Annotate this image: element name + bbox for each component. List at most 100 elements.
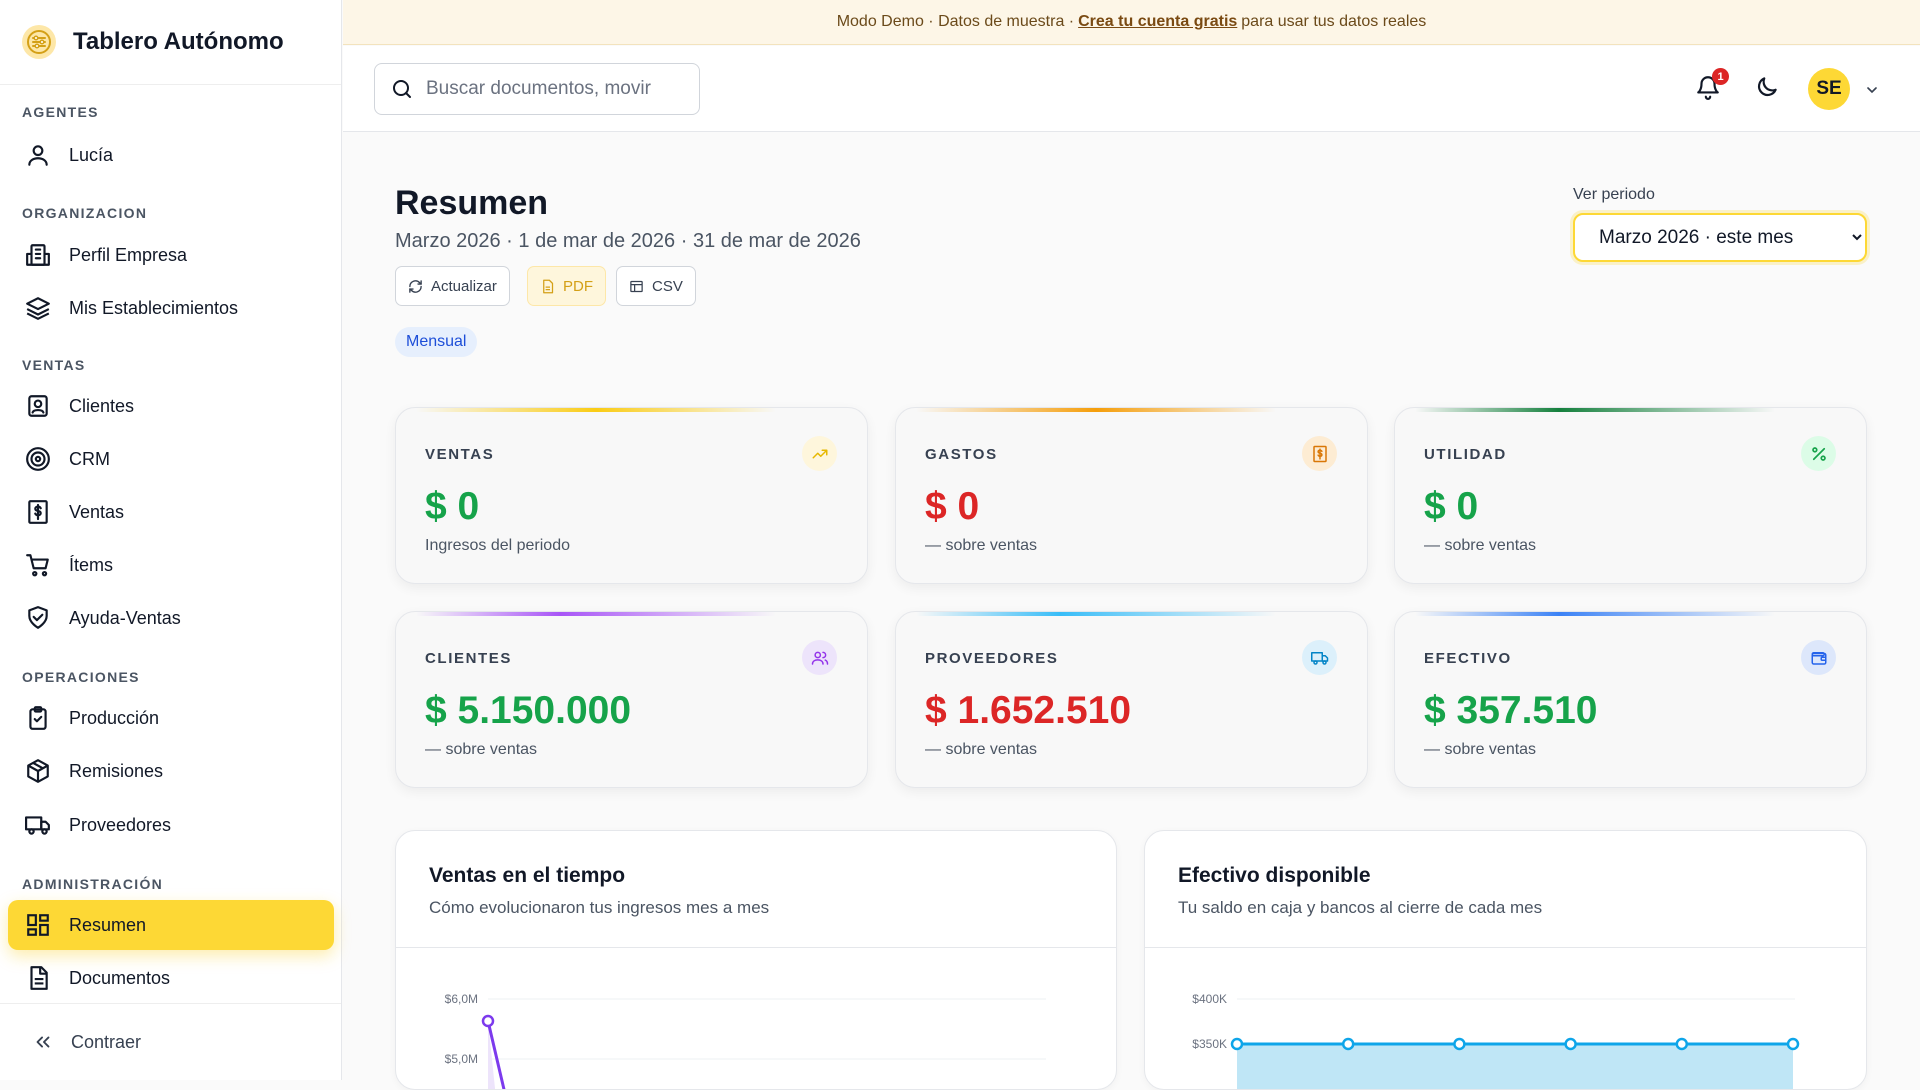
avatar[interactable]: SE	[1808, 68, 1850, 110]
y-tick-label: $400K	[1192, 992, 1227, 1006]
receipt-dollar-icon	[28, 500, 48, 524]
section-label-agentes: AGENTES	[22, 104, 99, 120]
card-header: Ventas en el tiempo Cómo evolucionaron t…	[396, 831, 1116, 948]
create-account-link[interactable]: Crea tu cuenta gratis	[1078, 13, 1237, 31]
kpi-sub: — sobre ventas	[1424, 537, 1537, 554]
kpi-card-proveedores: PROVEEDORES $ 1.652.510 — sobre ventas	[895, 611, 1368, 788]
data-point	[1675, 1037, 1689, 1051]
page-title: Resumen	[395, 184, 549, 222]
sidebar-item-ventas[interactable]: Ventas	[8, 487, 334, 537]
sidebar-item-label: Ayuda-Ventas	[69, 607, 181, 628]
sidebar-item-label: Producción	[69, 707, 160, 728]
collapse-label: Contraer	[71, 1031, 142, 1052]
sidebar-item-label: Ítems	[69, 554, 114, 575]
search-box[interactable]	[374, 63, 700, 115]
file-text-icon	[543, 279, 554, 293]
collapse-sidebar-button[interactable]: Contraer	[0, 1003, 341, 1080]
sidebar-item-mis-establecimientos[interactable]: Mis Establecimientos	[8, 283, 334, 333]
kpi-card-gastos: GASTOS $ 0 — sobre ventas	[895, 407, 1368, 584]
clipboard-check-icon	[29, 706, 47, 730]
cash-area-chart: $400K $350K	[1192, 992, 1800, 1089]
card-title: Ventas en el tiempo	[429, 864, 626, 887]
period-type-badge: Mensual	[395, 327, 478, 357]
pdf-button[interactable]: PDF	[527, 266, 606, 306]
layers-icon	[26, 297, 50, 320]
sidebar-item-label: Ventas	[69, 501, 125, 522]
package-icon	[27, 759, 49, 783]
chevrons-left-icon	[36, 1036, 50, 1048]
card-subtitle: Tu saldo en caja y bancos al cierre de c…	[1178, 898, 1543, 917]
kpi-card-ventas: VENTAS $ 0 Ingresos del periodo	[395, 407, 868, 584]
logo-icon	[22, 25, 56, 59]
sidebar-item-proveedores[interactable]: Proveedores	[8, 800, 334, 850]
area-fill	[1237, 1044, 1793, 1089]
data-point	[1786, 1037, 1800, 1051]
percent-icon	[1801, 436, 1836, 471]
notification-badge: 1	[1712, 68, 1729, 85]
sales-line-chart: $6,0M $5,0M	[445, 992, 1046, 1089]
pdf-label: PDF	[563, 277, 593, 295]
user-icon	[28, 145, 48, 166]
data-point	[1564, 1037, 1577, 1051]
y-tick-label: $6,0M	[445, 992, 478, 1006]
section-label-ventas: VENTAS	[22, 357, 86, 373]
kpi-label: VENTAS	[425, 446, 495, 463]
top-bar: 1 SE	[343, 46, 1920, 132]
dashboard-icon	[27, 914, 49, 936]
sidebar-item-produccion[interactable]: Producción	[8, 693, 334, 743]
sidebar-item-crm[interactable]: CRM	[8, 434, 334, 484]
kpi-value: $ 357.510	[1424, 689, 1598, 732]
kpi-stripe	[916, 408, 1276, 412]
handshake-icon	[28, 606, 48, 629]
sidebar-item-label: Documentos	[69, 967, 171, 988]
account-menu-button[interactable]	[1864, 82, 1880, 98]
wallet-icon	[1801, 640, 1836, 675]
sidebar-item-clientes[interactable]: Clientes	[8, 381, 334, 431]
moon-icon	[1757, 77, 1777, 97]
sidebar-item-resumen[interactable]: Resumen	[8, 900, 334, 950]
y-tick-label: $5,0M	[445, 1052, 478, 1066]
banner-prefix: Modo Demo · Datos de muestra ·	[836, 13, 1075, 30]
refresh-button[interactable]: Actualizar	[395, 266, 510, 306]
data-point	[481, 1014, 495, 1028]
sidebar-item-perfil-empresa[interactable]: Perfil Empresa	[8, 230, 334, 280]
section-label-organizacion: ORGANIZACION	[22, 205, 148, 221]
card-subtitle: Cómo evolucionaron tus ingresos mes a me…	[429, 898, 770, 917]
document-icon	[30, 966, 48, 990]
sidebar-item-remisiones[interactable]: Remisiones	[8, 746, 334, 796]
search-input[interactable]	[426, 78, 676, 100]
banner-suffix: para usar tus datos reales	[1241, 13, 1427, 30]
kpi-stripe	[1415, 408, 1775, 412]
kpi-sub: Ingresos del periodo	[425, 537, 570, 554]
target-icon	[26, 447, 50, 471]
theme-toggle-button[interactable]	[1754, 74, 1780, 100]
sidebar-item-items[interactable]: Ítems	[8, 540, 334, 590]
kpi-value: $ 5.150.000	[425, 689, 632, 732]
sidebar-item-label: Remisiones	[69, 760, 164, 781]
period-select[interactable]: Marzo 2026 · este mes	[1573, 213, 1867, 262]
sidebar-item-documentos[interactable]: Documentos	[8, 953, 334, 1003]
sidebar-item-ayuda-ventas[interactable]: Ayuda-Ventas	[8, 593, 334, 643]
kpi-label: GASTOS	[925, 446, 998, 463]
sidebar-item-label: Lucía	[69, 144, 114, 165]
sidebar-item-label: Resumen	[69, 914, 147, 935]
card-title: Efectivo disponible	[1178, 864, 1371, 887]
sidebar-item-label: Proveedores	[69, 814, 172, 835]
refresh-icon	[409, 279, 422, 293]
kpi-sub: — sobre ventas	[925, 741, 1038, 758]
csv-label: CSV	[652, 277, 683, 295]
csv-button[interactable]: CSV	[616, 266, 696, 306]
kpi-value: $ 1.652.510	[925, 689, 1132, 732]
period-label: Ver periodo	[1573, 186, 1655, 203]
kpi-sub: — sobre ventas	[425, 741, 538, 758]
truck-icon	[1302, 640, 1337, 675]
trending-up-icon	[802, 436, 837, 471]
table-icon	[630, 280, 643, 292]
refresh-label: Actualizar	[431, 277, 497, 295]
section-label-administracion: ADMINISTRACIÓN	[22, 876, 164, 892]
brand[interactable]: Tablero Autónomo	[0, 0, 341, 85]
sidebar-item-lucia[interactable]: Lucía	[8, 130, 334, 180]
kpi-label: UTILIDAD	[1424, 446, 1507, 463]
sidebar-item-label: CRM	[69, 448, 110, 469]
app-title: Tablero Autónomo	[73, 28, 284, 55]
